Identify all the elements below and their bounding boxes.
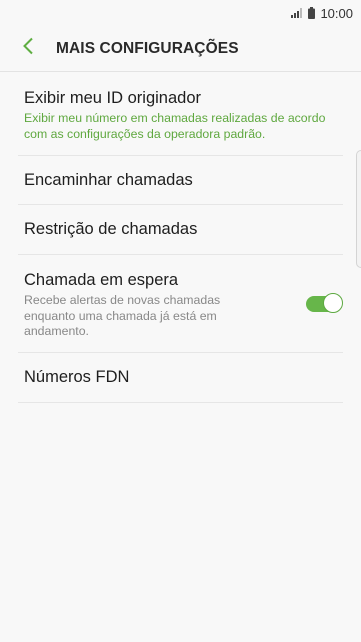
setting-caller-id-title: Exibir meu ID originador <box>24 89 201 107</box>
setting-call-barring[interactable]: Restrição de chamadas <box>18 205 343 255</box>
signal-icon <box>291 8 304 18</box>
toggle-knob <box>323 293 343 313</box>
back-button[interactable] <box>8 29 48 69</box>
setting-call-barring-title: Restrição de chamadas <box>24 220 198 238</box>
setting-fdn-title: Números FDN <box>24 368 130 386</box>
status-bar: 10:00 <box>0 0 361 26</box>
setting-call-forwarding[interactable]: Encaminhar chamadas <box>18 156 343 205</box>
page-title: MAIS CONFIGURAÇÕES <box>56 39 239 57</box>
app-bar: MAIS CONFIGURAÇÕES <box>0 26 361 72</box>
setting-caller-id[interactable]: Exibir meu ID originador Exibir meu núme… <box>18 72 343 156</box>
status-time: 10:00 <box>320 5 353 21</box>
chevron-left-icon <box>22 37 34 60</box>
battery-icon <box>308 7 316 19</box>
setting-call-waiting[interactable]: Chamada em espera Recebe alertas de nova… <box>18 255 343 353</box>
setting-call-waiting-title: Chamada em espera <box>24 271 179 289</box>
setting-call-waiting-subtitle: Recebe alertas de novas chamadas enquant… <box>24 293 221 338</box>
call-waiting-toggle[interactable] <box>306 293 343 315</box>
screen: 10:00 MAIS CONFIGURAÇÕES Exibir meu ID o… <box>0 0 361 642</box>
setting-fdn[interactable]: Números FDN <box>18 353 343 403</box>
edge-panel-handle[interactable] <box>356 150 361 268</box>
settings-list: Exibir meu ID originador Exibir meu núme… <box>0 72 361 403</box>
setting-call-forwarding-title: Encaminhar chamadas <box>24 170 193 189</box>
setting-caller-id-subtitle: Exibir meu número em chamadas realizadas… <box>24 111 326 141</box>
